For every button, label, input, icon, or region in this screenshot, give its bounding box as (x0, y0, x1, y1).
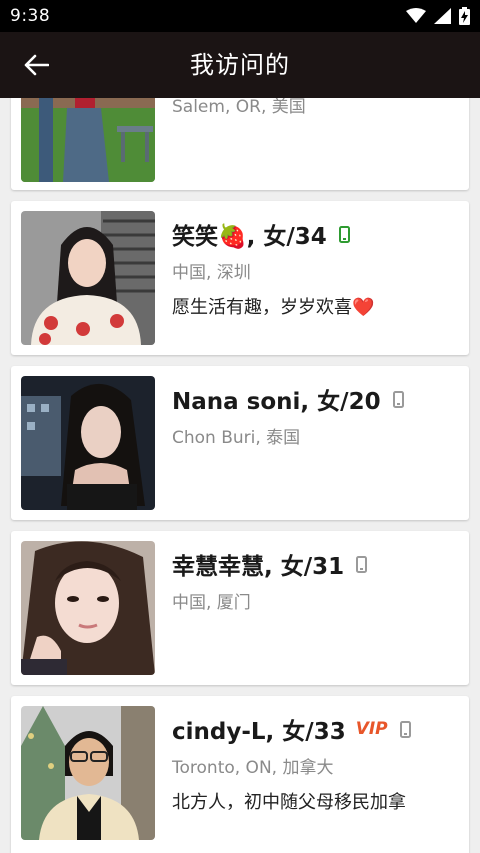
phone-unverified-icon (392, 390, 404, 408)
app-bar: 我访问的 (0, 32, 480, 98)
profile-card[interactable]: 幸慧幸慧, 女/31 中国, 厦门 (11, 531, 469, 685)
name-line: 幸慧幸慧, 女/31 (172, 547, 368, 581)
vip-badge: VIP (355, 719, 388, 739)
status-time: 9:38 (10, 6, 51, 26)
phone-unverified-icon (399, 720, 411, 738)
profile-card[interactable]: 笑笑🍓, 女/34 中国, 深圳 愿生活有趣，岁岁欢喜❤️ (11, 201, 469, 355)
profile-photo (21, 376, 155, 510)
profile-photo (21, 211, 155, 345)
profile-name: 笑笑🍓, 女/34 (172, 224, 327, 250)
profile-card[interactable]: Salem, OR, 美国 (11, 98, 469, 190)
location: 中国, 深圳 (172, 263, 251, 283)
phone-verified-icon (338, 225, 350, 243)
bio: 愿生活有趣，岁岁欢喜❤️ (172, 297, 375, 318)
profile-name: 幸慧幸慧, 女/31 (172, 554, 345, 580)
battery-charging-icon (459, 7, 470, 25)
wifi-icon (406, 8, 426, 23)
bio: 北方人，初中随父母移民加拿 (172, 792, 406, 813)
phone-unverified-icon (356, 555, 368, 573)
status-bar: 9:38 (0, 0, 480, 32)
profile-name: Nana soni, 女/20 (172, 389, 381, 415)
profile-photo (21, 706, 155, 840)
name-line: 笑笑🍓, 女/34 (172, 217, 350, 251)
location: Chon Buri, 泰国 (172, 428, 301, 448)
page-title: 我访问的 (190, 51, 290, 79)
profile-card[interactable]: cindy-L, 女/33 VIP Toronto, ON, 加拿大 北方人，初… (11, 696, 469, 853)
profile-photo (21, 98, 155, 182)
signal-icon (434, 8, 451, 24)
profile-photo (21, 541, 155, 675)
visited-list[interactable]: Salem, OR, 美国 笑笑🍓, 女/34 中国, 深圳 愿生活有趣，岁岁欢… (0, 98, 480, 853)
name-line: cindy-L, 女/33 VIP (172, 712, 411, 746)
location: Salem, OR, 美国 (172, 98, 306, 117)
location: 中国, 厦门 (172, 593, 251, 613)
name-line: Nana soni, 女/20 (172, 382, 404, 416)
status-icons (406, 7, 470, 25)
location: Toronto, ON, 加拿大 (172, 758, 334, 778)
profile-card[interactable]: Nana soni, 女/20 Chon Buri, 泰国 (11, 366, 469, 520)
profile-name: cindy-L, 女/33 (172, 719, 346, 745)
